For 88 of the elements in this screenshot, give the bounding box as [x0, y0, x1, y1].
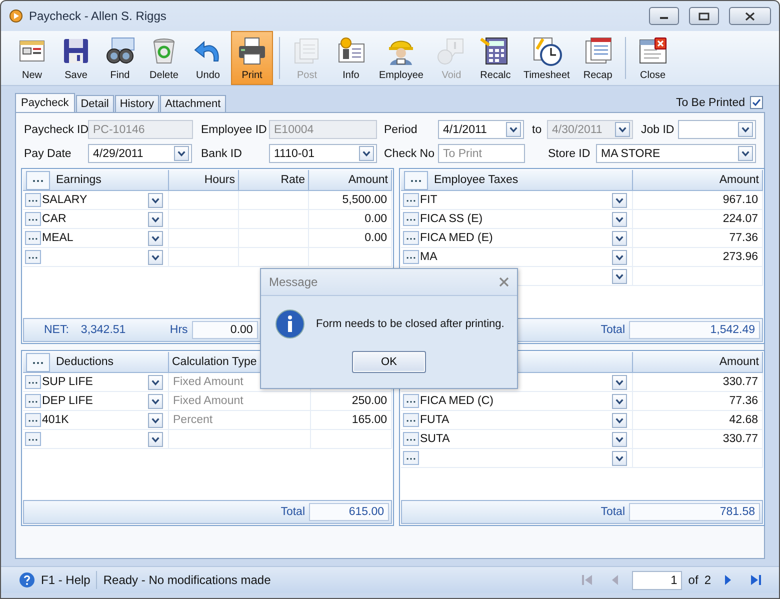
footer-value: 3,342.51 [80, 324, 127, 336]
column-header[interactable]: Amount [348, 174, 388, 186]
table-cell: Fixed Amount [173, 376, 244, 388]
table-cell: 0.00 [364, 232, 387, 244]
toolbar-button[interactable]: Recap [576, 31, 619, 85]
row-name: SUTA [420, 433, 450, 445]
toolbar-button[interactable]: New [11, 31, 53, 85]
column-header[interactable]: Earnings [56, 174, 102, 186]
combo-box[interactable]: 1110-01 [269, 144, 377, 163]
row-name: DEP LIFE [42, 395, 93, 407]
field-label: Period [384, 124, 418, 136]
tab[interactable]: History [114, 95, 160, 112]
table-cell: 250.00 [352, 395, 387, 407]
table-cell: 42.68 [729, 414, 758, 426]
field-label: Employee ID [201, 124, 267, 136]
footer-label: Total [600, 324, 625, 336]
page-field[interactable]: 1 [632, 570, 682, 590]
field-label: Check No [384, 148, 434, 160]
field-label: Pay Date [24, 148, 72, 160]
field-label: Store ID [548, 148, 590, 160]
table-cell: 77.36 [729, 232, 758, 244]
table-cell: 330.77 [722, 376, 758, 388]
tab[interactable]: Attachment [160, 95, 226, 112]
column-header[interactable]: Deductions [56, 356, 114, 368]
toolbar-button[interactable]: Timesheet [518, 31, 575, 85]
column-header[interactable]: Amount [719, 174, 759, 186]
toolbar-button[interactable]: Employee [374, 31, 428, 85]
toolbar-button[interactable]: Close [632, 31, 674, 85]
status-text: Ready - No modifications made [103, 573, 272, 587]
row-name: FICA MED (C) [420, 395, 494, 407]
tab[interactable]: Detail [76, 95, 114, 112]
column-header[interactable]: Rate [280, 174, 305, 186]
column-header[interactable]: Employee Taxes [434, 174, 518, 186]
footer-label: NET: [44, 324, 69, 336]
ok-button[interactable]: OK [352, 351, 426, 373]
table-cell: 967.10 [722, 194, 758, 206]
toolbar-button[interactable]: Find [99, 31, 141, 85]
field-label: to [532, 124, 542, 136]
toolbar-button[interactable]: Info [330, 31, 372, 85]
table-cell: 224.07 [722, 213, 758, 225]
row-name: FUTA [420, 414, 450, 426]
dialog-message: Form needs to be closed after printing. [316, 318, 504, 330]
total-field: 781.58 [629, 503, 760, 521]
row-name: FIT [420, 194, 438, 206]
toolbar-button[interactable]: Delete [143, 31, 185, 85]
row-name: MA [420, 251, 438, 263]
table-cell: 330.77 [722, 433, 758, 445]
help-button[interactable]: F1 - Help [13, 571, 98, 589]
column-header[interactable]: Amount [719, 356, 759, 368]
field-label: Job ID [641, 124, 674, 136]
row-name: 401K [42, 414, 69, 426]
page-count: 2 [704, 573, 711, 587]
dialog-title: Message [269, 275, 319, 289]
table-cell: 0.00 [364, 213, 387, 225]
table-cell: Percent [173, 414, 213, 426]
tab[interactable]: Paycheck [15, 93, 75, 112]
date-field[interactable]: 4/29/2011 [88, 144, 192, 163]
text-field[interactable]: To Print [438, 144, 525, 163]
field-label: Bank ID [201, 148, 242, 160]
toolbar-button[interactable]: Recalc [474, 31, 516, 85]
row-name: FICA SS (E) [420, 213, 483, 225]
footer-label: Total [600, 506, 625, 518]
footer-label: Hrs [170, 324, 188, 336]
row-name: CAR [42, 213, 66, 225]
row-name: SALARY [42, 194, 88, 206]
checkbox-label: To Be Printed [676, 96, 745, 108]
toolbar-button[interactable]: Print [231, 31, 273, 85]
table-cell: 273.96 [722, 251, 758, 263]
column-header[interactable]: Calculation Type [172, 356, 257, 368]
total-field: 0.00 [192, 321, 258, 339]
total-field: 615.00 [309, 503, 389, 521]
row-name: SUP LIFE [42, 376, 93, 388]
window-title: Paycheck - Allen S. Riggs [29, 9, 168, 23]
table-cell: Fixed Amount [173, 395, 244, 407]
page-of-label: of [688, 573, 698, 587]
column-header[interactable]: Hours [204, 174, 235, 186]
toolbar-button[interactable]: Save [55, 31, 97, 85]
total-field: 1,542.49 [629, 321, 760, 339]
footer-label: Total [280, 506, 305, 518]
table-cell: 165.00 [352, 414, 387, 426]
toolbar-button[interactable]: Undo [187, 31, 229, 85]
row-name: FICA MED (E) [420, 232, 493, 244]
date-field[interactable]: 4/1/2011 [438, 120, 524, 139]
table-cell: 5,500.00 [342, 194, 387, 206]
row-name: MEAL [42, 232, 74, 244]
combo-box[interactable]: MA STORE [596, 144, 756, 163]
table-cell: 77.36 [729, 395, 758, 407]
field-label: Paycheck ID [24, 124, 89, 136]
